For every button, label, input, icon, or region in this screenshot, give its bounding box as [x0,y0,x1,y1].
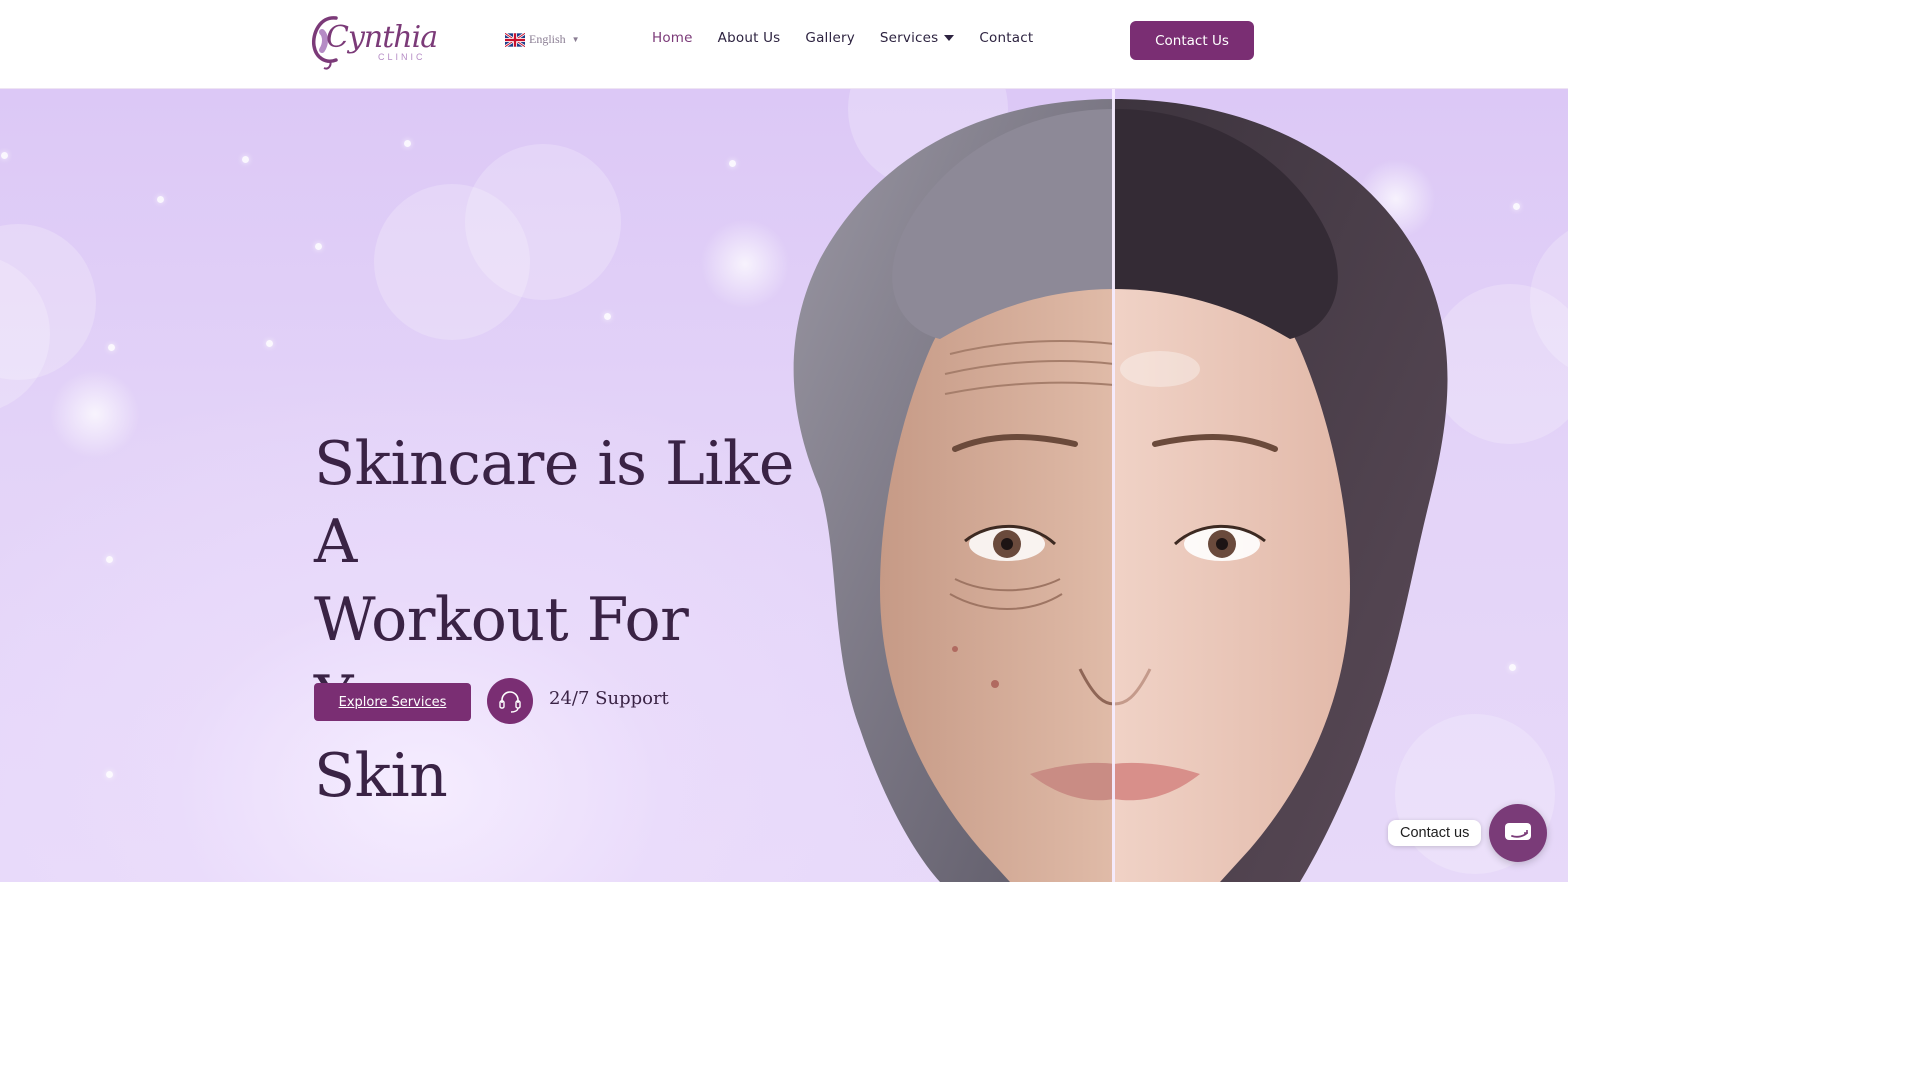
main-nav: Home About Us Gallery Services Contact [652,30,1058,46]
logo-wordmark: Cynthia [326,20,438,55]
logo-subtitle: CLINIC [378,52,426,62]
uk-flag-icon [505,32,525,47]
nav-home[interactable]: Home [652,30,693,46]
language-selector[interactable]: English ▼ [505,32,580,47]
headline-line: Skincare is Like A [314,429,794,577]
nav-about-us[interactable]: About Us [718,30,781,46]
support-label: 24/7 Support [549,688,669,709]
chevron-down-icon: ▼ [571,35,580,44]
nav-gallery[interactable]: Gallery [805,30,854,46]
floating-contact-label[interactable]: Contact us [1388,820,1482,846]
explore-services-button[interactable]: Explore Services [314,683,471,721]
floating-contact-widget[interactable]: Contact us [1388,804,1548,862]
chat-icon[interactable] [1489,804,1548,862]
hero-headline: Skincare is Like A Workout For Your Skin [314,425,834,815]
caret-down-icon [944,35,955,41]
language-label: English [529,32,566,46]
hero-section: Skincare is Like A Workout For Your Skin… [0,89,1568,882]
nav-services[interactable]: Services [880,30,955,46]
brand-logo[interactable]: Cynthia CLINIC [310,8,438,72]
site-header: Cynthia CLINIC English ▼ Home About Us G… [0,0,1568,89]
nav-services-label: Services [879,30,939,46]
headline-line: Skin [314,741,448,811]
contact-us-button[interactable]: Contact Us [1130,21,1254,60]
headset-icon [487,678,533,724]
nav-contact[interactable]: Contact [979,30,1033,46]
